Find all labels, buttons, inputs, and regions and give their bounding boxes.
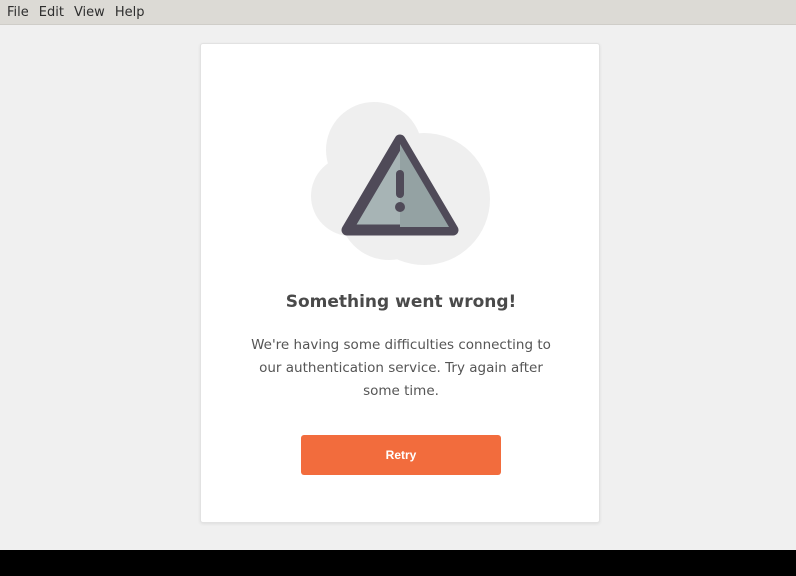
content-area: Something went wrong! We're having some … xyxy=(0,25,796,550)
bottom-bar xyxy=(0,550,796,576)
menu-help[interactable]: Help xyxy=(110,0,150,25)
warning-triangle-icon xyxy=(311,102,490,265)
menu-view[interactable]: View xyxy=(69,0,110,25)
menu-edit[interactable]: Edit xyxy=(34,0,69,25)
error-title: Something went wrong! xyxy=(285,292,517,312)
error-card: Something went wrong! We're having some … xyxy=(200,43,600,523)
retry-button[interactable]: Retry xyxy=(301,435,501,475)
menu-bar: File Edit View Help xyxy=(0,0,796,25)
error-message: We're having some difficulties connectin… xyxy=(251,337,551,399)
menu-file[interactable]: File xyxy=(2,0,34,25)
